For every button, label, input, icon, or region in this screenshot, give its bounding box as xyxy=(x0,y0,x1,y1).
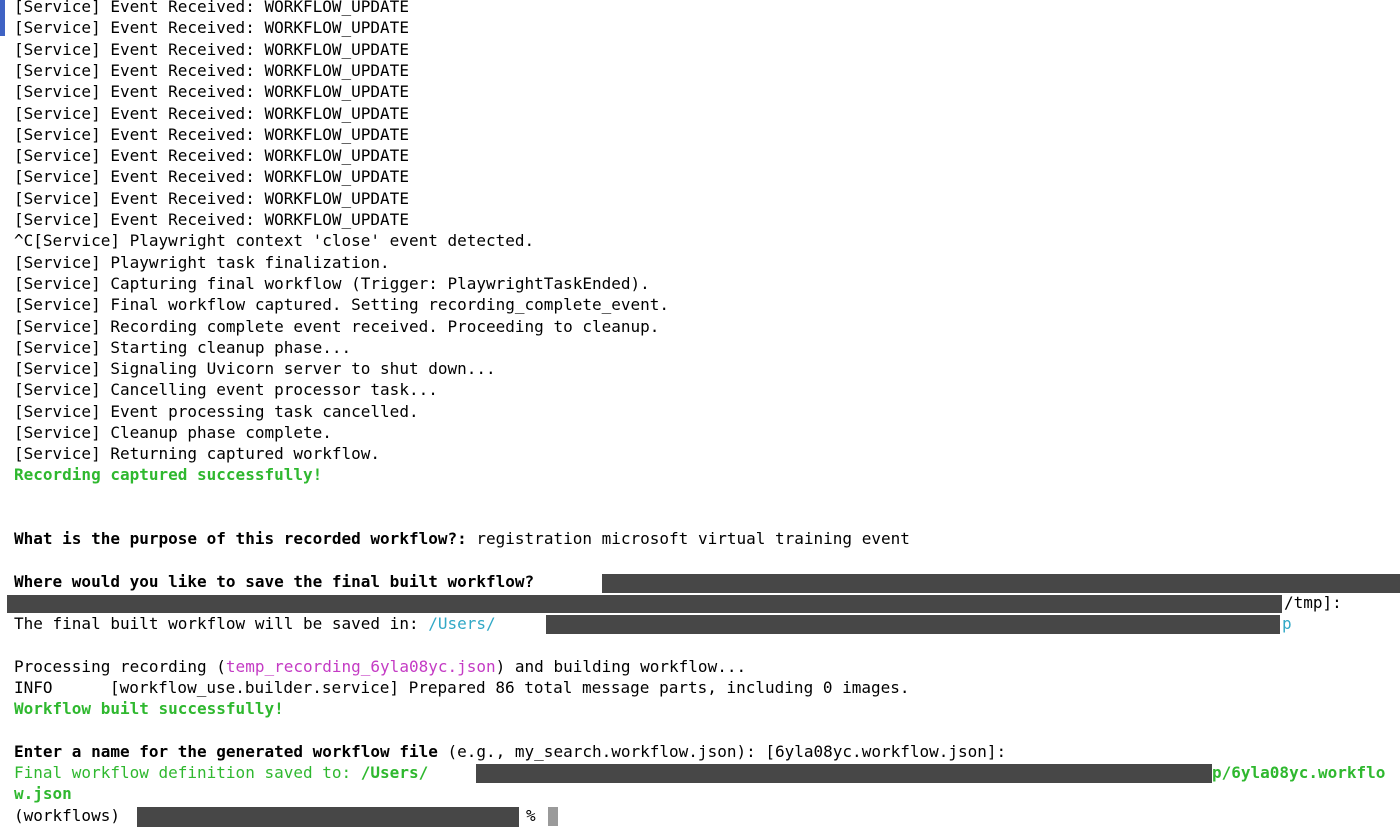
default-path-suffix: /tmp]: xyxy=(1284,593,1342,612)
final-saved-path-start: /Users/ xyxy=(360,763,429,782)
log-line: [Service] Capturing final workflow (Trig… xyxy=(14,273,650,293)
name-prompt-line: Enter a name for the generated workflow … xyxy=(14,741,1006,762)
log-line: [Service] Event Received: WORKFLOW_UPDAT… xyxy=(14,146,409,166)
processing-prefix: Processing recording ( xyxy=(14,657,226,676)
name-prompt-hint: (e.g., my_search.workflow.json): [6yla08… xyxy=(437,742,1007,761)
save-location-question: Where would you like to save the final b… xyxy=(14,572,535,591)
info-log-line: INFO [workflow_use.builder.service] Prepa… xyxy=(14,677,910,698)
saved-in-line: The final built workflow will be saved i… xyxy=(14,613,496,634)
recording-success-message: Recording captured successfully! xyxy=(14,465,323,484)
final-saved-line: Final workflow definition saved to: /Use… xyxy=(14,762,428,783)
log-line: [Service] Returning captured workflow. xyxy=(14,444,381,464)
log-line: [Service] Event Received: WORKFLOW_UPDAT… xyxy=(14,0,409,16)
info-message: [workflow_use.builder.service] Prepared … xyxy=(110,678,910,697)
terminal-cursor[interactable] xyxy=(548,807,558,826)
log-line: [Service] Event Received: WORKFLOW_UPDAT… xyxy=(14,124,409,144)
terminal-window[interactable]: [Service] Event Received: WORKFLOW_UPDAT… xyxy=(0,0,1400,836)
processing-suffix: ) and building workflow... xyxy=(495,657,747,676)
purpose-question: What is the purpose of this recorded wor… xyxy=(14,529,467,548)
log-line: [Service] Event processing task cancelle… xyxy=(14,401,419,421)
window-edge-accent xyxy=(0,0,5,36)
redacted-saved-path xyxy=(546,615,1280,634)
log-line: [Service] Event Received: WORKFLOW_UPDAT… xyxy=(14,39,409,59)
build-success-message: Workflow built successfully! xyxy=(14,699,284,718)
purpose-prompt-line: What is the purpose of this recorded wor… xyxy=(14,528,910,549)
log-line: [Service] Event Received: WORKFLOW_UPDAT… xyxy=(14,167,409,187)
log-line: [Service] Event Received: WORKFLOW_UPDAT… xyxy=(14,82,409,102)
log-line: [Service] Playwright task finalization. xyxy=(14,252,390,272)
saved-in-path-start: /Users/ xyxy=(428,614,496,633)
processing-line: Processing recording (temp_recording_6yl… xyxy=(14,656,746,677)
final-saved-label: Final workflow definition saved to: xyxy=(14,763,361,782)
final-saved-path-wrap: w.json xyxy=(14,784,72,803)
log-line: [Service] Event Received: WORKFLOW_UPDAT… xyxy=(14,18,409,38)
log-line: [Service] Starting cleanup phase... xyxy=(14,337,352,357)
log-line: ^C[Service] Playwright context 'close' e… xyxy=(14,231,535,251)
final-saved-path-end: p/6yla08yc.workflo xyxy=(1212,763,1386,782)
saved-in-path-end: p xyxy=(1282,614,1292,633)
log-line: [Service] Cancelling event processor tas… xyxy=(14,380,438,400)
log-line: [Service] Event Received: WORKFLOW_UPDAT… xyxy=(14,210,409,229)
log-line: [Service] Final workflow captured. Setti… xyxy=(14,295,670,315)
log-line: [Service] Event Received: WORKFLOW_UPDAT… xyxy=(14,60,409,80)
shell-prompt-env: (workflows) xyxy=(14,806,120,825)
log-line: [Service] Event Received: WORKFLOW_UPDAT… xyxy=(14,103,409,123)
recording-filename: temp_recording_6yla08yc.json xyxy=(225,657,496,676)
purpose-answer: registration microsoft virtual training … xyxy=(466,529,910,548)
redacted-prompt-host xyxy=(137,807,519,827)
log-line: [Service] Recording complete event recei… xyxy=(14,316,660,336)
saved-in-label: The final built workflow will be saved i… xyxy=(14,614,429,633)
info-level: INFO xyxy=(14,678,53,697)
shell-prompt-symbol: % xyxy=(526,806,536,825)
redacted-final-path xyxy=(476,764,1212,783)
log-line: [Service] Signaling Uvicorn server to sh… xyxy=(14,359,496,379)
log-line: [Service] Event Received: WORKFLOW_UPDAT… xyxy=(14,188,409,208)
redacted-default-path-wrap xyxy=(7,595,1282,613)
log-line: [Service] Cleanup phase complete. xyxy=(14,423,332,442)
name-prompt-question: Enter a name for the generated workflow … xyxy=(14,742,438,761)
redacted-default-path xyxy=(602,574,1400,593)
